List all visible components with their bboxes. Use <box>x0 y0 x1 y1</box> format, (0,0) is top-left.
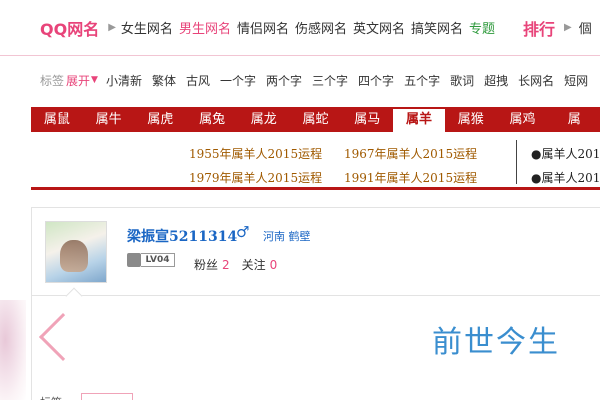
tags-row: 标签 展开 ▼ 小清新 繁体 古风 一个字 两个字 三个字 四个字 五个字 歌词… <box>0 64 600 96</box>
top-nav: QQ网名 ▶ 女生网名 男生网名 情侣网名 伤感网名 英文网名 搞笑网名 专题 … <box>0 0 600 56</box>
separator-arrow-icon: ▶ <box>108 22 116 33</box>
chevron-left-icon[interactable] <box>38 312 88 362</box>
nav-rank[interactable]: 排行 <box>523 16 555 40</box>
fans-count[interactable]: 2 <box>222 258 230 272</box>
follow-stats: 粉丝 2 关注 0 <box>194 256 289 273</box>
tags-label: 标签 <box>40 73 65 88</box>
tag-item[interactable]: 小清新 <box>106 72 142 89</box>
tab-monkey[interactable]: 属猴 <box>445 107 497 132</box>
nav-link-girl[interactable]: 女生网名 <box>121 18 173 37</box>
avatar-figure <box>60 240 88 272</box>
tag-item[interactable]: 两个字 <box>266 72 302 89</box>
year-link[interactable]: 1991年属羊人2015运程 <box>344 169 477 186</box>
tag-item[interactable]: 短网 <box>564 72 588 89</box>
tag-item[interactable]: 歌词 <box>450 72 474 89</box>
post-card: 梁振宣5211314 ♂ 河南 鹤壁 LV04 粉丝2 关注 0 前世今生 标签 <box>31 207 600 400</box>
divider <box>516 140 517 184</box>
tab-rooster[interactable]: 属鸡 <box>497 107 549 132</box>
follow-label: 关注 <box>241 258 266 272</box>
tab-rat[interactable]: 属鼠 <box>31 107 83 132</box>
site-logo[interactable]: QQ网名 <box>40 16 99 40</box>
page: QQ网名 ▶ 女生网名 男生网名 情侣网名 伤感网名 英文网名 搞笑网名 专题 … <box>0 0 600 400</box>
tag-item[interactable]: 一个字 <box>220 72 256 89</box>
nav-link-couple[interactable]: 情侣网名 <box>237 18 289 37</box>
caret-down-icon[interactable]: ▼ <box>91 75 98 85</box>
separator-arrow-icon: ▶ <box>564 22 572 33</box>
content-tag-box[interactable] <box>81 393 133 400</box>
content-label: 标签 <box>40 394 62 400</box>
nav-link-sad[interactable]: 伤感网名 <box>295 18 347 37</box>
avatar[interactable] <box>45 221 107 283</box>
tab-dragon[interactable]: 属龙 <box>238 107 290 132</box>
level-badge: LV04 <box>141 253 175 267</box>
year-link[interactable]: 1955年属羊人2015运程 <box>189 145 322 162</box>
tag-item[interactable]: 五个字 <box>404 72 440 89</box>
tab-snake[interactable]: 属蛇 <box>290 107 342 132</box>
tab-rabbit[interactable]: 属兔 <box>186 107 238 132</box>
tab-horse[interactable]: 属马 <box>341 107 393 132</box>
tag-item[interactable]: 三个字 <box>312 72 348 89</box>
level-icon <box>127 253 141 267</box>
fans-label: 粉丝 <box>194 258 219 272</box>
card-caret <box>65 287 83 305</box>
tag-item[interactable]: 长网名 <box>518 72 554 89</box>
tab-tiger[interactable]: 属虎 <box>134 107 186 132</box>
post-title: 前世今生 <box>432 325 560 360</box>
side-decoration-image <box>0 300 26 400</box>
zodiac-tabs: 属鼠 属牛 属虎 属兔 属龙 属蛇 属马 属羊 属猴 属鸡 属 <box>31 107 600 132</box>
tag-item[interactable]: 四个字 <box>358 72 394 89</box>
tag-item[interactable]: 超拽 <box>484 72 508 89</box>
author-name[interactable]: 梁振宣5211314 <box>127 226 237 246</box>
nav-link-funny[interactable]: 搞笑网名 <box>411 18 463 37</box>
follow-count[interactable]: 0 <box>270 258 278 272</box>
year-link[interactable]: 1979年属羊人2015运程 <box>189 169 322 186</box>
author-location: 河南 鹤壁 <box>263 230 311 243</box>
tag-item[interactable]: 古风 <box>186 72 210 89</box>
year-link[interactable]: 1967年属羊人2015运程 <box>344 145 477 162</box>
side-link[interactable]: ●属羊人201 <box>531 169 600 186</box>
author-profile: 梁振宣5211314 ♂ 河南 鹤壁 LV04 粉丝 2 关注 0 <box>32 208 600 305</box>
tab-ox[interactable]: 属牛 <box>83 107 135 132</box>
nav-link-boy[interactable]: 男生网名 <box>179 18 231 37</box>
nav-link-english[interactable]: 英文网名 <box>353 18 405 37</box>
tab-partial[interactable]: 属 <box>548 107 600 132</box>
nav-link-topics[interactable]: 专题 <box>469 18 495 37</box>
tag-item[interactable]: 繁体 <box>152 72 176 89</box>
tab-goat[interactable]: 属羊 <box>393 107 445 132</box>
year-links-panel: 1955年属羊人2015运程 1967年属羊人2015运程 1979年属羊人20… <box>31 132 600 190</box>
nav-link-partial[interactable]: 個 <box>579 18 592 37</box>
tags-expand-button[interactable]: 展开 <box>66 72 90 89</box>
side-link[interactable]: ●属羊人201 <box>531 145 600 162</box>
male-gender-icon: ♂ <box>236 223 250 241</box>
